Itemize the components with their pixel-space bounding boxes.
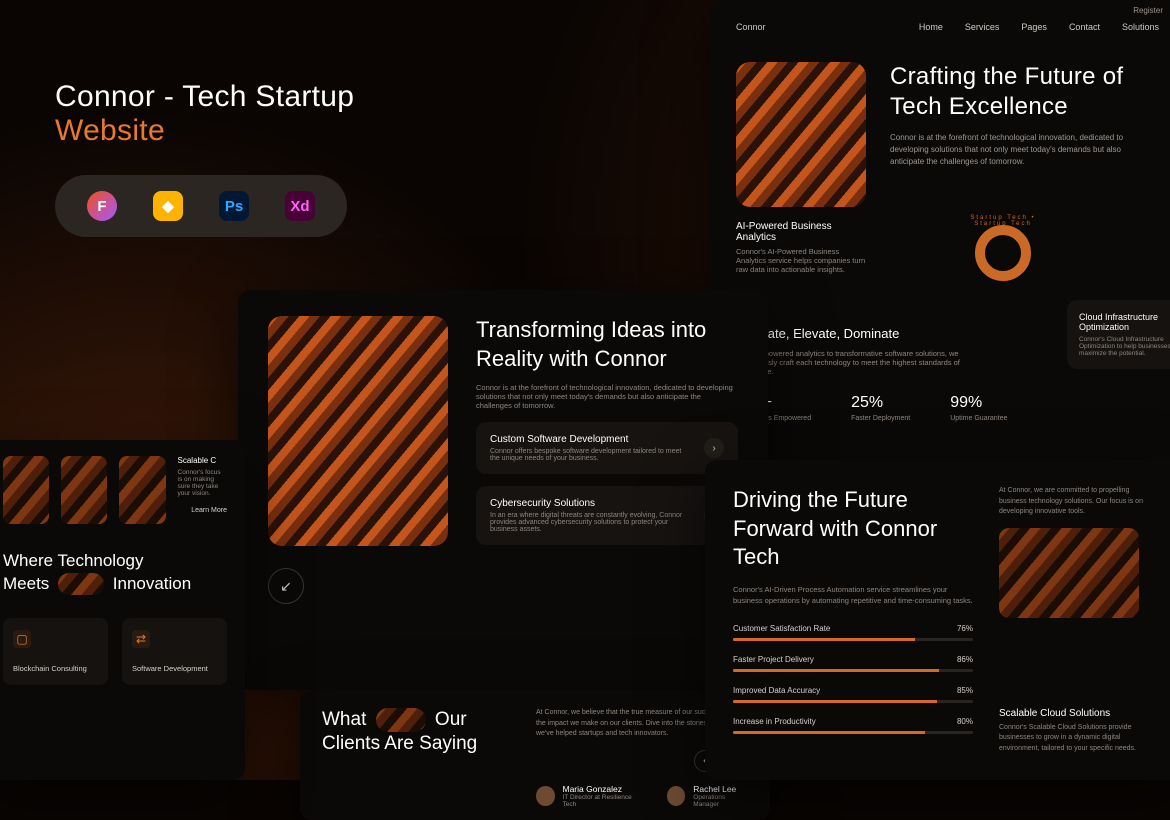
cube-icon: ▢ bbox=[13, 630, 31, 648]
badge-ring-icon bbox=[975, 225, 1031, 281]
testimonials-heading: What Our Clients Are Saying bbox=[322, 708, 512, 756]
future-heading: Driving the Future Forward with Connor T… bbox=[733, 486, 973, 572]
chevron-right-icon[interactable]: › bbox=[704, 438, 724, 458]
service-label: Software Development bbox=[132, 664, 217, 673]
bar-label: Faster Project Delivery bbox=[733, 655, 814, 664]
service-card[interactable]: ▢ Blockchain Consulting bbox=[3, 618, 108, 685]
future-panel: Driving the Future Forward with Connor T… bbox=[705, 460, 1170, 780]
progress-bar: Customer Satisfaction Rate 76% bbox=[733, 624, 973, 641]
testimonial-person: Maria Gonzalez IT Director at Resilience… bbox=[536, 784, 641, 808]
hero-tagline-desc: From AI-powered analytics to transformat… bbox=[736, 349, 986, 376]
promo-title: Connor - Tech Startup Website bbox=[55, 80, 354, 148]
service-title: Custom Software Development bbox=[490, 434, 690, 445]
thumb-image bbox=[119, 456, 165, 524]
thumb-image bbox=[3, 456, 49, 524]
nav-home[interactable]: Home bbox=[919, 22, 943, 32]
inline-chip-image bbox=[376, 708, 426, 732]
service-title: Cybersecurity Solutions bbox=[490, 498, 690, 509]
testimonials-panel: What Our Clients Are Saying At Connor, w… bbox=[300, 690, 770, 820]
bar-label: Improved Data Accuracy bbox=[733, 686, 820, 695]
stat-label: Faster Deployment bbox=[851, 415, 910, 422]
hero-heading: Crafting the Future of Tech Excellence bbox=[890, 62, 1159, 122]
left-heading: Where Technology Meets Innovation bbox=[3, 550, 227, 596]
avatar-icon bbox=[536, 786, 555, 806]
tool-pill: F ◆ Ps Xd bbox=[55, 175, 347, 237]
left-panel: Scalable C Connor's focus is on making s… bbox=[0, 440, 245, 780]
hero-panel: Register Connor Home Services Pages Cont… bbox=[710, 0, 1170, 460]
side-card-title: Cloud Infrastructure Optimization bbox=[1079, 312, 1170, 332]
adobe-xd-icon: Xd bbox=[285, 191, 315, 221]
bar-value: 85% bbox=[957, 686, 973, 695]
stat-label: Uptime Guarantee bbox=[950, 415, 1007, 422]
person-name: Rachel Lee bbox=[693, 784, 748, 794]
progress-bar: Faster Project Delivery 86% bbox=[733, 655, 973, 672]
hero-card-title: AI-Powered Business Analytics bbox=[736, 221, 866, 243]
hero-card-desc: Connor's AI-Powered Business Analytics s… bbox=[736, 247, 866, 274]
future-side-blurb: At Connor, we are committed to propellin… bbox=[999, 486, 1149, 518]
future-lead: Connor's AI-Driven Process Automation se… bbox=[733, 584, 973, 607]
avatar-icon bbox=[667, 786, 685, 806]
service-card[interactable]: ⇄ Software Development bbox=[122, 618, 227, 685]
sketch-icon: ◆ bbox=[153, 191, 183, 221]
bar-label: Increase in Productivity bbox=[733, 717, 816, 726]
hero-sub: Connor is at the forefront of technologi… bbox=[890, 132, 1140, 168]
hero-image bbox=[736, 62, 866, 207]
nav-solutions[interactable]: Solutions bbox=[1122, 22, 1159, 32]
person-role: Operations Manager bbox=[693, 794, 748, 808]
bar-value: 76% bbox=[957, 624, 973, 633]
service-desc: Connor offers bespoke software developme… bbox=[490, 448, 690, 462]
service-item[interactable]: Custom Software Development Connor offer… bbox=[476, 422, 738, 474]
figma-icon: F bbox=[87, 191, 117, 221]
transform-image bbox=[268, 316, 448, 546]
service-label: Blockchain Consulting bbox=[13, 664, 98, 673]
transform-desc: Connor is at the forefront of technologi… bbox=[476, 383, 736, 410]
person-name: Maria Gonzalez bbox=[563, 784, 641, 794]
prev-arrow-button[interactable]: ↙ bbox=[268, 568, 304, 604]
nav-services[interactable]: Services bbox=[965, 22, 1000, 32]
transform-heading: Transforming Ideas into Reality with Con… bbox=[476, 316, 738, 373]
progress-bar: Increase in Productivity 80% bbox=[733, 717, 973, 734]
thumb-image bbox=[61, 456, 107, 524]
service-desc: In an era where digital threats are cons… bbox=[490, 512, 690, 533]
transform-panel: Transforming Ideas into Reality with Con… bbox=[238, 290, 768, 690]
progress-bar: Improved Data Accuracy 85% bbox=[733, 686, 973, 703]
future-side-title: Scalable Cloud Solutions bbox=[999, 708, 1157, 719]
register-link[interactable]: Register bbox=[1133, 6, 1163, 15]
service-item[interactable]: Cybersecurity Solutions In an era where … bbox=[476, 486, 738, 545]
bar-label: Customer Satisfaction Rate bbox=[733, 624, 830, 633]
photoshop-icon: Ps bbox=[219, 191, 249, 221]
side-card-desc: Connor's Cloud Infrastructure Optimizati… bbox=[1079, 336, 1170, 357]
bar-value: 80% bbox=[957, 717, 973, 726]
scalable-title: Scalable C bbox=[178, 456, 227, 465]
person-role: IT Director at Resilience Tech bbox=[563, 794, 641, 808]
inline-chip-image bbox=[58, 573, 104, 595]
arrows-icon: ⇄ bbox=[132, 630, 150, 648]
hero-side-card: Cloud Infrastructure Optimization Connor… bbox=[1067, 300, 1170, 369]
nav-contact[interactable]: Contact bbox=[1069, 22, 1100, 32]
stat-value: 99% bbox=[950, 394, 1007, 412]
title-line2: Website bbox=[55, 114, 165, 147]
nav-pages[interactable]: Pages bbox=[1021, 22, 1047, 32]
stat-value: 25% bbox=[851, 394, 910, 412]
learn-more-link[interactable]: Learn More bbox=[178, 507, 227, 514]
future-side-image bbox=[999, 528, 1139, 618]
brand-logo[interactable]: Connor bbox=[736, 22, 766, 32]
bar-value: 86% bbox=[957, 655, 973, 664]
title-line1: Connor - Tech Startup bbox=[55, 80, 354, 113]
testimonial-person: Rachel Lee Operations Manager bbox=[667, 784, 748, 808]
scalable-desc: Connor's focus is on making sure they ta… bbox=[178, 469, 227, 497]
future-side-desc: Connor's Scalable Cloud Solutions provid… bbox=[999, 723, 1149, 755]
badge-ring-text: Startup Tech • Startup Tech bbox=[965, 215, 1041, 227]
